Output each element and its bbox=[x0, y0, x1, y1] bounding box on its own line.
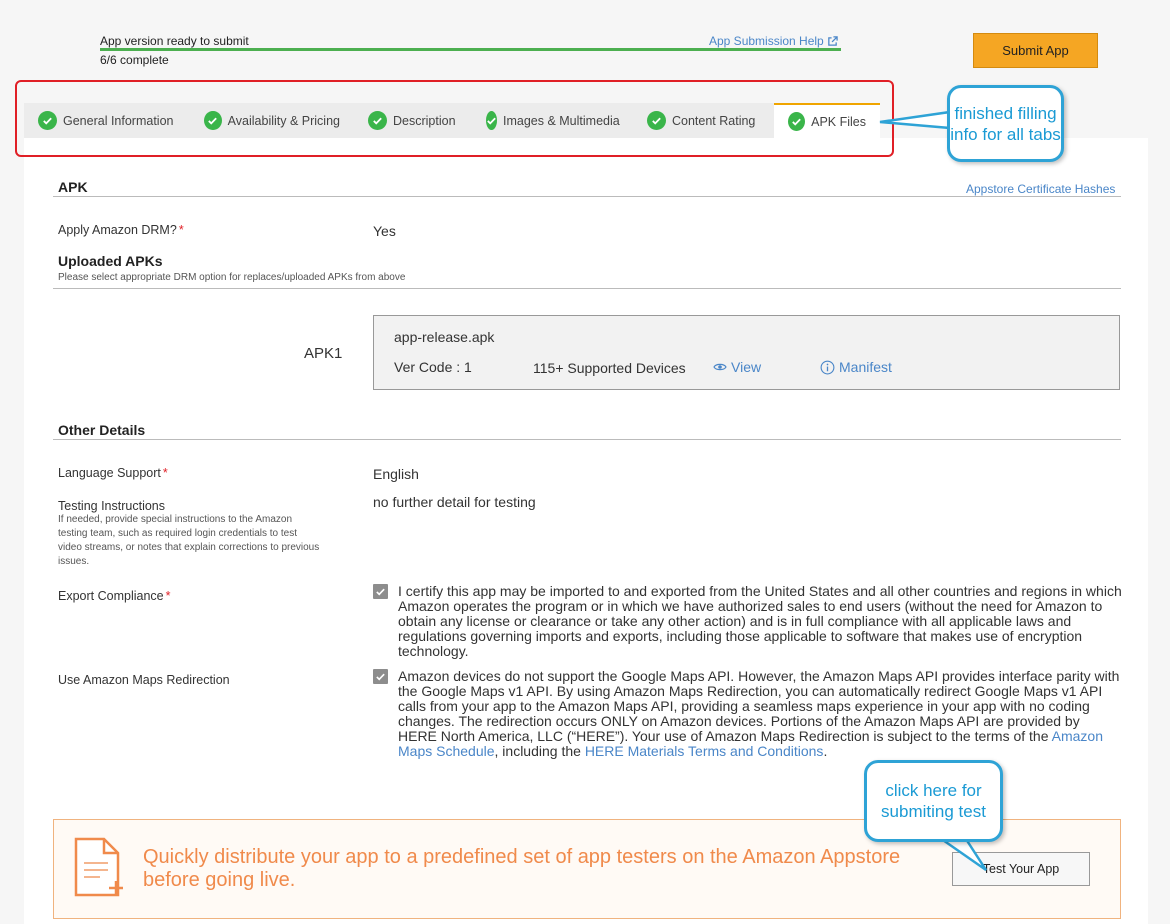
export-compliance-text: I certify this app may be imported to an… bbox=[398, 583, 1122, 659]
uploaded-apks-title: Uploaded APKs bbox=[58, 253, 163, 269]
divider bbox=[53, 439, 1121, 440]
language-support-label: Language Support * bbox=[58, 466, 168, 480]
document-add-icon bbox=[74, 837, 123, 897]
apk-file-name: app-release.apk bbox=[394, 329, 495, 345]
annotation-callout-test: click here for submiting test bbox=[864, 760, 1003, 842]
apk-card bbox=[373, 315, 1120, 390]
supported-devices: 115+ Supported Devices bbox=[533, 360, 686, 376]
required-asterisk: * bbox=[165, 589, 171, 603]
uploaded-apks-note: Please select appropriate DRM option for… bbox=[58, 272, 406, 283]
testing-instructions-help: If needed, provide special instructions … bbox=[58, 514, 320, 567]
apk-label: APK1 bbox=[304, 345, 343, 362]
divider bbox=[53, 288, 1121, 289]
external-link-icon bbox=[827, 35, 838, 46]
submit-app-button[interactable]: Submit App bbox=[973, 33, 1098, 68]
testing-instructions-value[interactable]: no further detail for testing bbox=[373, 494, 536, 510]
maps-redirection-label: Use Amazon Maps Redirection bbox=[58, 673, 230, 687]
progress-fill bbox=[100, 48, 841, 51]
status-title: App version ready to submit bbox=[100, 34, 249, 48]
required-asterisk: * bbox=[162, 466, 168, 480]
checkmark-icon bbox=[376, 673, 385, 681]
view-link-label: View bbox=[731, 359, 762, 375]
drm-label-text: Apply Amazon DRM? bbox=[58, 223, 177, 237]
apk-ver-code: Ver Code : 1 bbox=[394, 359, 472, 375]
maps-redirection-checkbox[interactable] bbox=[373, 669, 388, 684]
progress-bar bbox=[100, 48, 841, 51]
promo-text: Quickly distribute your app to a predefi… bbox=[143, 846, 901, 891]
divider bbox=[53, 196, 1121, 197]
testing-instructions-label: Testing Instructions bbox=[58, 499, 165, 513]
maps-text-part: , including the bbox=[494, 743, 585, 759]
tabs-highlight-annotation bbox=[15, 80, 894, 157]
manifest-link[interactable]: Manifest bbox=[820, 359, 892, 375]
export-compliance-label: Export Compliance * bbox=[58, 589, 170, 603]
language-support-value: English bbox=[373, 466, 419, 482]
help-link-label: App Submission Help bbox=[709, 34, 824, 48]
maps-text-part: . bbox=[823, 743, 828, 759]
drm-label: Apply Amazon DRM? * bbox=[58, 223, 184, 237]
language-label-text: Language Support bbox=[58, 466, 161, 480]
checkmark-icon bbox=[376, 588, 385, 596]
here-terms-link[interactable]: HERE Materials Terms and Conditions bbox=[585, 743, 824, 759]
annotation-callout-tabs: finished filling info for all tabs bbox=[947, 85, 1064, 162]
progress-count: 6/6 complete bbox=[100, 53, 169, 67]
export-compliance-checkbox[interactable] bbox=[373, 584, 388, 599]
appstore-certificate-hashes-link[interactable]: Appstore Certificate Hashes bbox=[966, 182, 1115, 196]
info-icon bbox=[820, 360, 835, 374]
view-devices-link[interactable]: View bbox=[713, 359, 761, 375]
other-details-title: Other Details bbox=[58, 422, 146, 438]
manifest-link-label: Manifest bbox=[839, 359, 892, 375]
export-label-text: Export Compliance bbox=[58, 589, 164, 603]
app-submission-help-link[interactable]: App Submission Help bbox=[709, 34, 838, 48]
drm-value: Yes bbox=[373, 223, 396, 239]
callout-pointer bbox=[879, 110, 952, 130]
maps-text-part: Amazon devices do not support the Google… bbox=[398, 668, 1120, 744]
apk-section-title: APK bbox=[58, 179, 88, 195]
required-asterisk: * bbox=[178, 223, 184, 237]
eye-icon bbox=[713, 363, 727, 371]
maps-redirection-text: Amazon devices do not support the Google… bbox=[398, 669, 1122, 759]
